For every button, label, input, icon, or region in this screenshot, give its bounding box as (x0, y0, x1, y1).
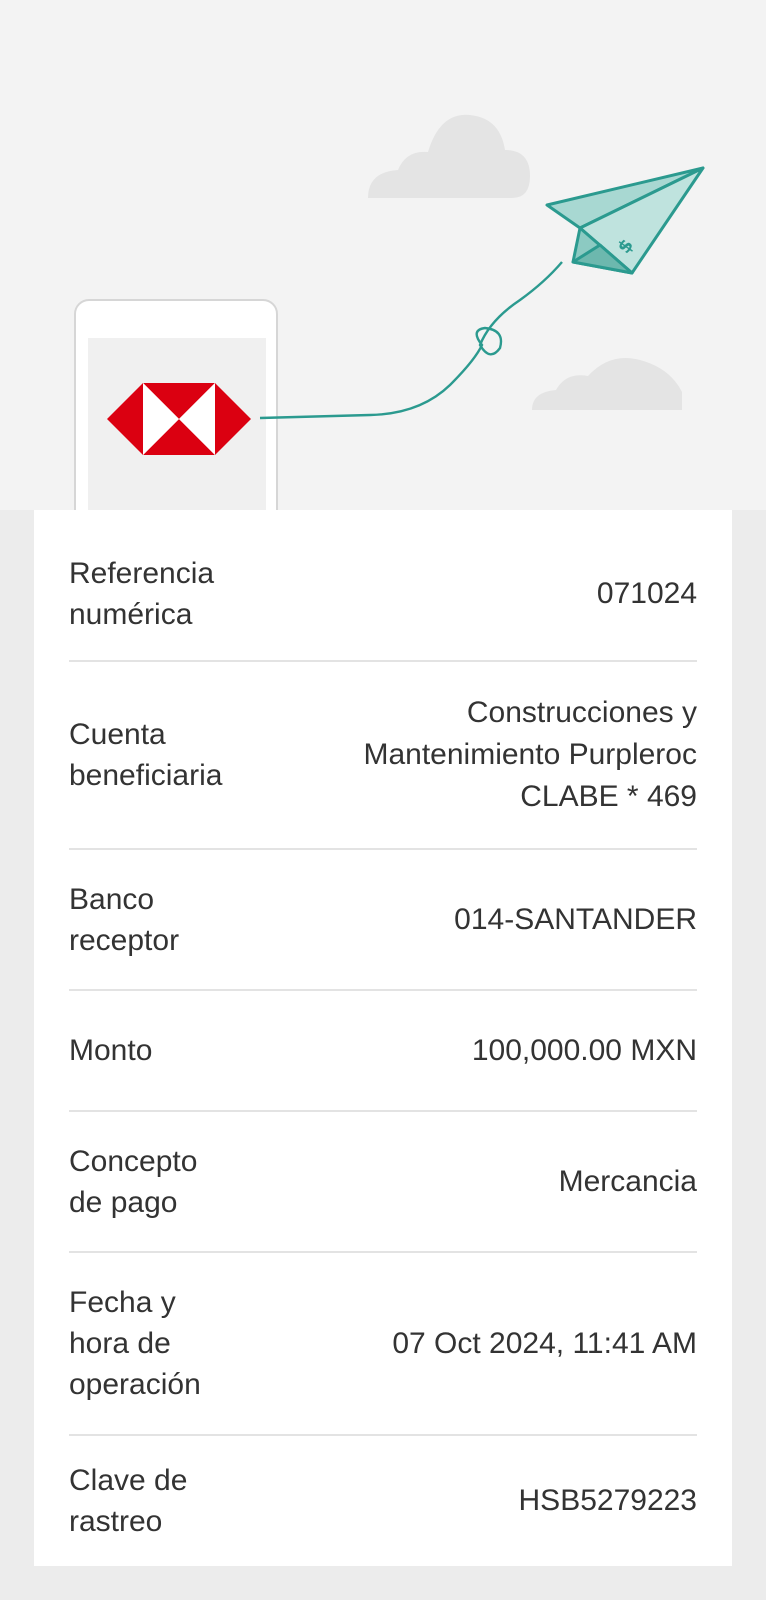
detail-row-receiving-bank: Banco receptor 014-SANTANDER (69, 850, 697, 991)
detail-value: 014-SANTANDER (454, 902, 697, 936)
detail-value: HSB5279223 (518, 1484, 697, 1517)
detail-value: 100,000.00 MXN (471, 1033, 697, 1067)
detail-row-amount: Monto 100,000.00 MXN (69, 991, 697, 1112)
detail-label: Fecha y hora de operación (69, 1286, 201, 1401)
transfer-details-card: Referencia numérica 071024 Cuenta benefi… (34, 510, 732, 1566)
transfer-illustration: $ (74, 114, 705, 510)
hero-illustration: $ (0, 0, 766, 510)
detail-label: Concepto de pago (69, 1144, 198, 1219)
detail-row-operation-datetime: Fecha y hora de operación 07 Oct 2024, 1… (69, 1253, 697, 1436)
cloud-icon (532, 358, 682, 410)
detail-value: 071024 (596, 576, 697, 610)
detail-label: Monto (69, 1034, 153, 1067)
detail-row-tracking-key: Clave de rastreo HSB5279223 (69, 1436, 697, 1566)
detail-row-reference: Referencia numérica 071024 (69, 527, 697, 662)
cloud-icon (368, 114, 530, 198)
detail-value: Mercancia (558, 1164, 697, 1198)
paper-plane-icon (545, 166, 705, 275)
detail-row-beneficiary-account: Cuenta beneficiaria Construcciones y Man… (69, 662, 697, 850)
detail-label: Clave de rastreo (69, 1464, 188, 1538)
detail-value: Construcciones y Mantenimiento Purpleroc… (363, 696, 697, 813)
detail-value: 07 Oct 2024, 11:41 AM (392, 1326, 697, 1360)
detail-row-payment-concept: Concepto de pago Mercancia (69, 1112, 697, 1253)
detail-label: Referencia numérica (69, 556, 215, 631)
detail-label: Cuenta beneficiaria (69, 718, 223, 792)
detail-label: Banco receptor (69, 882, 180, 957)
flight-path-line (259, 261, 563, 420)
